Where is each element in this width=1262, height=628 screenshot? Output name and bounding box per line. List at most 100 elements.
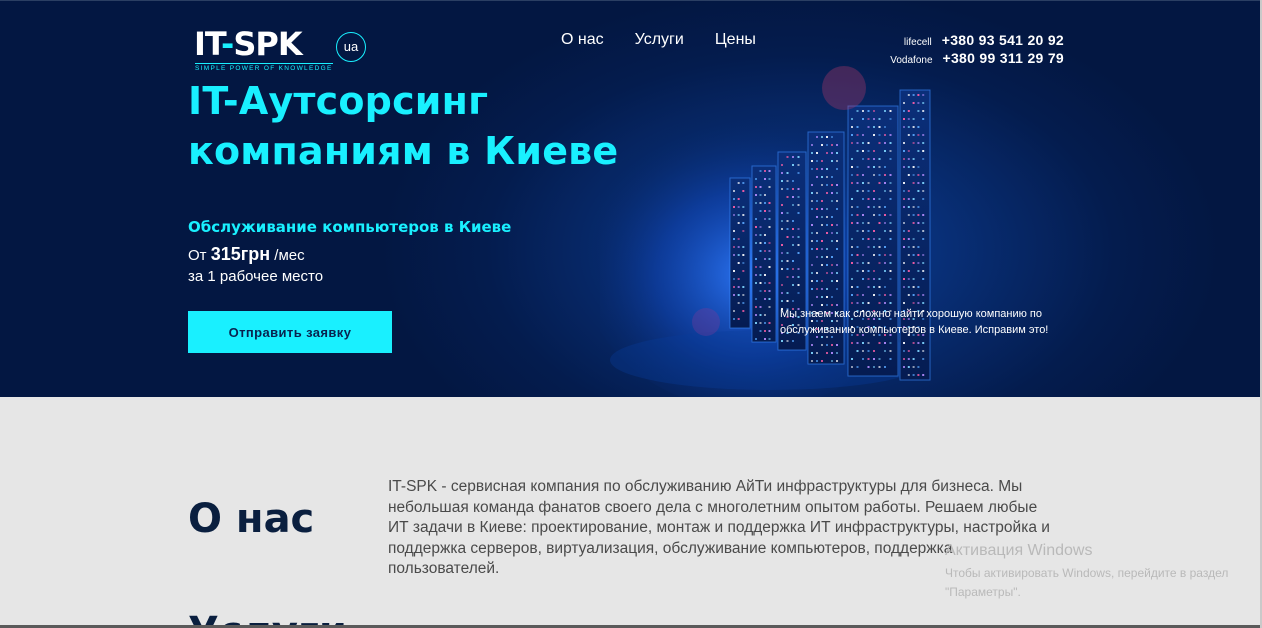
server-led bbox=[856, 174, 859, 176]
server-led bbox=[903, 206, 905, 208]
server-led bbox=[922, 150, 925, 152]
server-led bbox=[759, 210, 762, 212]
server-led bbox=[912, 118, 915, 120]
language-switcher[interactable]: ua bbox=[336, 32, 366, 62]
server-led bbox=[884, 246, 886, 248]
server-led bbox=[867, 238, 870, 240]
server-led bbox=[851, 166, 853, 168]
phone-number[interactable]: +380 93 541 20 92 bbox=[942, 32, 1064, 48]
server-led bbox=[781, 212, 783, 214]
server-led bbox=[759, 290, 762, 292]
server-led bbox=[851, 278, 853, 280]
server-led bbox=[903, 198, 905, 200]
server-led bbox=[768, 226, 771, 228]
server-led bbox=[867, 190, 870, 192]
server-led bbox=[826, 272, 828, 274]
server-led bbox=[811, 272, 813, 274]
server-led bbox=[851, 246, 853, 248]
server-led bbox=[851, 126, 853, 128]
server-led bbox=[862, 198, 864, 200]
server-led bbox=[733, 246, 735, 248]
server-led bbox=[816, 232, 818, 234]
server-led bbox=[816, 200, 818, 202]
nav-item-prices[interactable]: Цены bbox=[715, 31, 756, 49]
server-led bbox=[755, 202, 757, 204]
server-led bbox=[884, 166, 886, 168]
server-led bbox=[826, 152, 828, 154]
server-led bbox=[768, 282, 771, 284]
logo[interactable]: IT-SPK SIMPLE POWER OF KNOWLEDGE bbox=[194, 28, 333, 74]
server-led bbox=[821, 160, 823, 162]
server-led bbox=[831, 224, 833, 226]
server-led bbox=[917, 286, 920, 288]
server-led bbox=[733, 238, 735, 240]
server-led bbox=[856, 110, 859, 112]
nav-item-services[interactable]: Услуги bbox=[635, 31, 684, 49]
server-led bbox=[786, 260, 789, 262]
server-led bbox=[862, 230, 864, 232]
server-led bbox=[764, 194, 766, 196]
server-led bbox=[917, 302, 920, 304]
server-led bbox=[797, 204, 800, 206]
server-led bbox=[867, 366, 870, 368]
server-led bbox=[867, 358, 870, 360]
server-led bbox=[781, 284, 783, 286]
server-led bbox=[862, 294, 864, 296]
server-led bbox=[755, 266, 757, 268]
server-led bbox=[907, 126, 910, 128]
phone-number[interactable]: +380 99 311 29 79 bbox=[943, 50, 1065, 66]
server-led bbox=[797, 212, 800, 214]
server-led bbox=[811, 200, 813, 202]
server-led bbox=[922, 230, 925, 232]
server-led bbox=[821, 208, 823, 210]
server-led bbox=[867, 286, 870, 288]
server-led bbox=[742, 206, 745, 208]
server-led bbox=[917, 246, 920, 248]
server-led bbox=[755, 322, 757, 324]
server-led bbox=[821, 296, 823, 298]
server-led bbox=[856, 206, 859, 208]
server-led bbox=[821, 216, 823, 218]
server-rack bbox=[729, 177, 751, 329]
server-led bbox=[912, 374, 915, 376]
server-led bbox=[917, 350, 920, 352]
server-led bbox=[878, 254, 881, 256]
phone-contacts: lifecell +380 93 541 20 92 Vodafone +380… bbox=[890, 32, 1064, 68]
server-led bbox=[792, 180, 794, 182]
server-led bbox=[873, 294, 875, 296]
server-led bbox=[903, 262, 905, 264]
server-led bbox=[856, 134, 859, 136]
server-led bbox=[851, 182, 853, 184]
nav-item-about[interactable]: О нас bbox=[561, 31, 604, 49]
server-led bbox=[836, 160, 838, 162]
server-led bbox=[816, 136, 818, 138]
server-led bbox=[862, 262, 864, 264]
server-led bbox=[889, 350, 892, 352]
server-led bbox=[831, 240, 833, 242]
server-led bbox=[907, 286, 910, 288]
windows-activation-watermark: Активация Windows Чтобы активировать Win… bbox=[945, 541, 1245, 602]
server-led bbox=[912, 126, 915, 128]
server-led bbox=[755, 306, 757, 308]
server-led bbox=[811, 248, 813, 250]
server-led bbox=[889, 174, 892, 176]
server-led bbox=[759, 274, 762, 276]
server-led bbox=[797, 276, 800, 278]
server-led bbox=[797, 244, 800, 246]
server-led bbox=[851, 214, 853, 216]
server-led bbox=[862, 302, 864, 304]
server-led bbox=[821, 248, 823, 250]
server-led bbox=[873, 126, 875, 128]
server-led bbox=[922, 118, 925, 120]
server-led bbox=[759, 226, 762, 228]
server-led bbox=[856, 286, 859, 288]
server-led bbox=[786, 172, 789, 174]
server-led bbox=[768, 330, 771, 332]
server-led bbox=[811, 168, 813, 170]
server-led bbox=[764, 218, 766, 220]
server-led bbox=[733, 206, 735, 208]
server-led bbox=[867, 126, 870, 128]
submit-request-button[interactable]: Отправить заявку bbox=[188, 311, 392, 353]
server-led bbox=[862, 254, 864, 256]
server-led bbox=[878, 142, 881, 144]
